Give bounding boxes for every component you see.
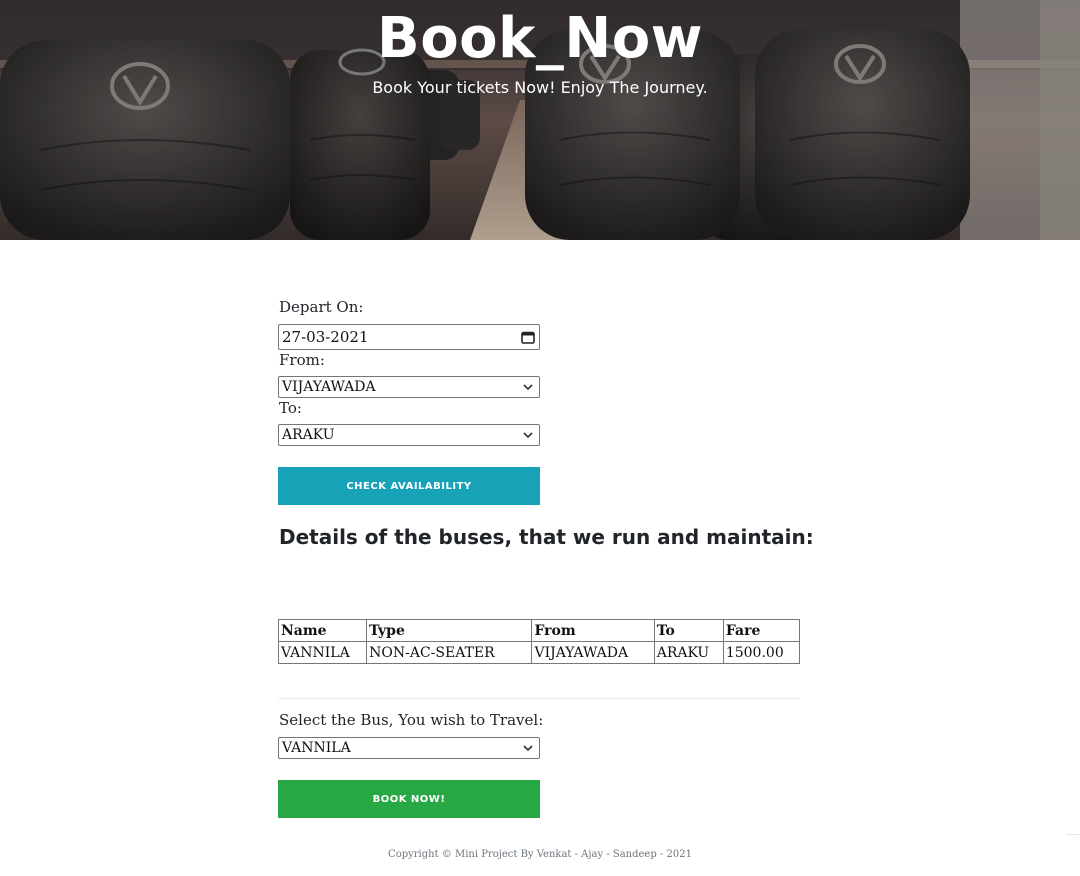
bus-select-value: VANNILA (282, 740, 351, 756)
table-cell-fare: 1500.00 (722, 641, 801, 664)
chevron-down-icon (517, 383, 539, 391)
page-subtitle: Book Your tickets Now! Enjoy The Journey… (372, 78, 708, 97)
table-cell-name: VANNILA (277, 641, 368, 664)
column-header-to: To (653, 619, 724, 642)
chevron-down-icon (517, 744, 539, 752)
from-select[interactable]: VIJAYAWADA (278, 376, 540, 398)
check-availability-button[interactable]: CHECK AVAILABILITY (278, 467, 540, 505)
hero-banner: Book_Now Book Your tickets Now! Enjoy Th… (0, 0, 1080, 240)
page-title: Book_Now (377, 6, 703, 71)
to-select[interactable]: ARAKU (278, 424, 540, 446)
depart-date-input[interactable]: 27-03-2021 (278, 324, 540, 350)
from-label: From: (279, 351, 325, 369)
calendar-icon[interactable] (517, 330, 539, 344)
column-header-type: Type (366, 619, 533, 642)
table-cell-to: ARAKU (653, 641, 724, 664)
table-cell-type: NON-AC-SEATER (366, 641, 533, 664)
table-header-row: Name Type From To Fare (277, 619, 801, 642)
depart-on-label: Depart On: (279, 298, 364, 316)
depart-date-value: 27-03-2021 (282, 328, 369, 346)
to-select-value: ARAKU (282, 427, 335, 443)
table-row: VANNILA NON-AC-SEATER VIJAYAWADA ARAKU 1… (277, 641, 801, 664)
bus-details-heading: Details of the buses, that we run and ma… (279, 525, 814, 549)
section-divider (278, 698, 800, 699)
edge-divider (1066, 834, 1080, 835)
select-bus-label: Select the Bus, You wish to Travel: (279, 711, 544, 729)
column-header-fare: Fare (722, 619, 801, 642)
chevron-down-icon (517, 431, 539, 439)
bus-select[interactable]: VANNILA (278, 737, 540, 759)
book-now-button[interactable]: BOOK NOW! (278, 780, 540, 818)
copyright-footer: Copyright © Mini Project By Venkat - Aja… (388, 849, 692, 860)
from-select-value: VIJAYAWADA (282, 379, 376, 395)
table-cell-from: VIJAYAWADA (531, 641, 655, 664)
to-label: To: (279, 399, 302, 417)
column-header-name: Name (277, 619, 368, 642)
column-header-from: From (531, 619, 655, 642)
bus-details-table: Name Type From To Fare VANNILA NON-AC-SE… (277, 619, 801, 664)
